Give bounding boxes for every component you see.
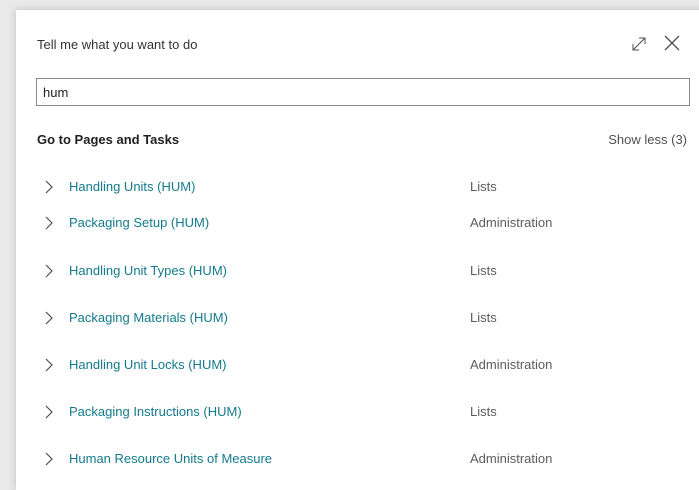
chevron-right-icon[interactable]	[44, 264, 54, 278]
result-category: Lists	[470, 263, 497, 278]
chevron-right-icon[interactable]	[44, 216, 54, 230]
result-category: Administration	[470, 451, 553, 466]
chevron-right-icon[interactable]	[44, 180, 54, 194]
result-row[interactable]: Packaging Instructions (HUM) Lists	[36, 399, 696, 425]
result-category: Lists	[470, 179, 497, 194]
result-link[interactable]: Handling Unit Locks (HUM)	[69, 357, 227, 372]
result-row[interactable]: Handling Unit Locks (HUM) Administration	[36, 352, 696, 378]
dialog-title: Tell me what you want to do	[37, 37, 198, 52]
result-link[interactable]: Packaging Materials (HUM)	[69, 310, 228, 325]
show-less-button[interactable]: Show less (3)	[608, 132, 687, 147]
result-row[interactable]: Packaging Materials (HUM) Lists	[36, 305, 696, 331]
result-link[interactable]: Handling Units (HUM)	[69, 179, 195, 194]
search-input[interactable]	[36, 78, 690, 106]
chevron-right-icon[interactable]	[44, 311, 54, 325]
chevron-right-icon[interactable]	[44, 405, 54, 419]
result-category: Lists	[470, 404, 497, 419]
result-row[interactable]: Packaging Setup (HUM) Administration	[36, 210, 696, 236]
result-link[interactable]: Handling Unit Types (HUM)	[69, 263, 227, 278]
result-row[interactable]: Human Resource Units of Measure Administr…	[36, 446, 696, 472]
close-icon[interactable]	[662, 33, 682, 53]
result-row[interactable]: Handling Units (HUM) Lists	[36, 174, 696, 200]
result-category: Lists	[470, 310, 497, 325]
chevron-right-icon[interactable]	[44, 452, 54, 466]
chevron-right-icon[interactable]	[44, 358, 54, 372]
result-link[interactable]: Human Resource Units of Measure	[69, 451, 272, 466]
result-category: Administration	[470, 357, 553, 372]
tell-me-dialog: Tell me what you want to do Go to Pages …	[16, 10, 699, 490]
result-link[interactable]: Packaging Setup (HUM)	[69, 215, 209, 230]
result-link[interactable]: Packaging Instructions (HUM)	[69, 404, 242, 419]
result-row[interactable]: Handling Unit Types (HUM) Lists	[36, 258, 696, 284]
section-header: Go to Pages and Tasks	[37, 132, 180, 147]
expand-icon[interactable]	[630, 35, 648, 53]
result-category: Administration	[470, 215, 553, 230]
